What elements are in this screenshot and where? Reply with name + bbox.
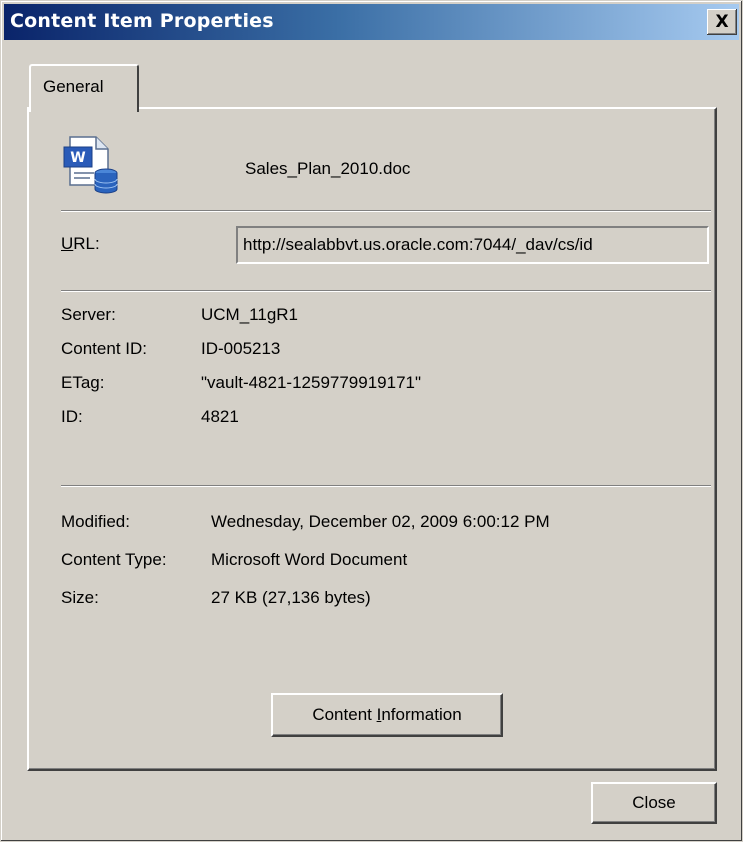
url-label-rest: RL: [73, 234, 100, 253]
properties-dialog: Content Item Properties X General W Sale… [0, 0, 743, 842]
word-document-icon: W [63, 136, 118, 194]
size-value: 27 KB (27,136 bytes) [211, 588, 371, 607]
content-information-label: Content Information [312, 705, 461, 725]
window-title: Content Item Properties [10, 10, 274, 32]
tab-general-label: General [43, 77, 104, 96]
content-information-button[interactable]: Content Information [271, 693, 503, 737]
divider [61, 485, 711, 487]
content-id-label: Content ID: [61, 339, 147, 358]
close-window-button[interactable]: X [707, 9, 737, 35]
content-information-label-post: nformation [381, 705, 462, 724]
tab-general[interactable]: General [29, 64, 139, 112]
general-tab-panel: W Sales_Plan_2010.doc URL: http://sealab… [27, 107, 717, 771]
content-id-value: ID-005213 [201, 339, 281, 358]
id-value: 4821 [201, 407, 239, 426]
close-button[interactable]: Close [591, 782, 717, 824]
svg-text:W: W [70, 150, 85, 166]
file-name: Sales_Plan_2010.doc [245, 159, 411, 178]
server-label: Server: [61, 305, 116, 324]
modified-label: Modified: [61, 512, 130, 531]
title-bar[interactable]: Content Item Properties X [4, 4, 739, 40]
etag-label: ETag: [61, 373, 105, 392]
content-information-label-pre: Content [312, 705, 377, 724]
etag-value: "vault-4821-1259779919171" [201, 373, 422, 392]
size-label: Size: [61, 588, 99, 607]
close-icon: X [715, 12, 729, 32]
url-label: URL: [61, 234, 100, 254]
url-field[interactable]: http://sealabbvt.us.oracle.com:7044/_dav… [236, 226, 709, 264]
server-value: UCM_11gR1 [201, 305, 299, 324]
content-type-value: Microsoft Word Document [211, 550, 408, 569]
divider [61, 290, 711, 292]
url-label-accel: U [61, 234, 74, 253]
id-label: ID: [61, 407, 83, 426]
divider [61, 210, 711, 212]
modified-value: Wednesday, December 02, 2009 6:00:12 PM [211, 512, 550, 531]
content-type-label: Content Type: [61, 550, 167, 569]
